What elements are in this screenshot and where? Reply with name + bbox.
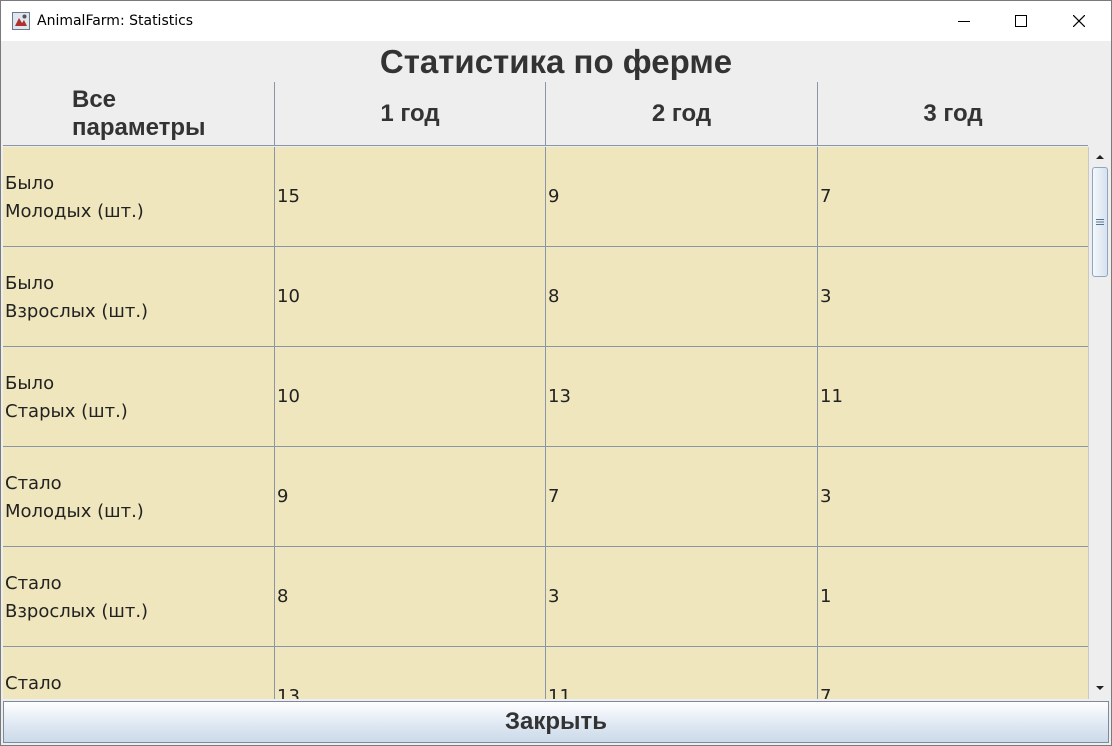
cell-value: 13 bbox=[277, 686, 300, 699]
scrollbar-thumb[interactable] bbox=[1092, 167, 1108, 277]
close-button[interactable]: Закрыть bbox=[3, 701, 1109, 743]
table-body: Было Молодых (шт.) 15 9 7 Было Взрослых (ш… bbox=[3, 147, 1088, 699]
row-label-line1: Стало bbox=[5, 673, 62, 694]
page-title: Статистика по ферме bbox=[379, 43, 733, 80]
value-cell-year-2[interactable]: 3 bbox=[546, 547, 818, 647]
close-window-button[interactable] bbox=[1056, 1, 1102, 41]
value-cell-year-1[interactable]: 8 bbox=[275, 547, 546, 647]
row-label-line1: Было bbox=[5, 373, 55, 394]
cell-value: 10 bbox=[277, 386, 300, 407]
header-year-2[interactable]: 2 год bbox=[546, 82, 818, 146]
value-cell-year-1[interactable]: 10 bbox=[275, 247, 546, 347]
header-all-params-text: Все параметры bbox=[72, 86, 206, 142]
cell-value: 9 bbox=[548, 186, 560, 207]
grip-icon bbox=[1096, 219, 1104, 225]
value-cell-year-1[interactable]: 9 bbox=[275, 447, 546, 547]
value-cell-year-1[interactable]: 15 bbox=[275, 147, 546, 247]
table-row[interactable]: Стало Молодых (шт.) 9 7 3 bbox=[3, 447, 1088, 547]
statistics-table: Все параметры 1 год 2 год 3 год Было Молод… bbox=[3, 82, 1088, 699]
header-all-params-line1: Все bbox=[72, 85, 117, 113]
title-bar: AnimalFarm: Statistics bbox=[1, 1, 1111, 41]
minimize-icon bbox=[958, 21, 970, 22]
header-all-params[interactable]: Все параметры bbox=[3, 82, 275, 146]
value-cell-year-2[interactable]: 11 bbox=[546, 647, 818, 699]
header-all-params-line2: параметры bbox=[72, 113, 206, 141]
app-icon bbox=[12, 12, 30, 30]
cell-value: 7 bbox=[820, 686, 832, 699]
value-cell-year-3[interactable]: 3 bbox=[818, 247, 1088, 347]
row-label-line2: Взрослых (шт.) bbox=[5, 301, 149, 322]
window-title: AnimalFarm: Statistics bbox=[37, 13, 194, 29]
row-label-cell[interactable]: Было Старых (шт.) bbox=[3, 347, 275, 447]
value-cell-year-3[interactable]: 11 bbox=[818, 347, 1088, 447]
row-label-line2: Молодых (шт.) bbox=[5, 201, 144, 222]
cell-value: 3 bbox=[820, 286, 832, 307]
table-row[interactable]: Стало Взрослых (шт.) 8 3 1 bbox=[3, 547, 1088, 647]
cell-value: 15 bbox=[277, 186, 300, 207]
cell-value: 8 bbox=[277, 586, 289, 607]
table-header: Все параметры 1 год 2 год 3 год bbox=[3, 82, 1088, 147]
statistics-window: AnimalFarm: Statistics Статистика по фер… bbox=[0, 0, 1112, 746]
cell-value: 13 bbox=[548, 386, 571, 407]
cell-value: 7 bbox=[548, 486, 560, 507]
row-label-line1: Стало bbox=[5, 473, 62, 494]
cell-value: 3 bbox=[820, 486, 832, 507]
vertical-scrollbar[interactable] bbox=[1088, 147, 1111, 699]
value-cell-year-2[interactable]: 13 bbox=[546, 347, 818, 447]
table-row[interactable]: Стало 13 11 7 bbox=[3, 647, 1088, 699]
row-label-cell[interactable]: Стало Молодых (шт.) bbox=[3, 447, 275, 547]
row-label-line1: Было bbox=[5, 173, 55, 194]
row-label-line2: Молодых (шт.) bbox=[5, 501, 144, 522]
table-row[interactable]: Было Молодых (шт.) 15 9 7 bbox=[3, 147, 1088, 247]
maximize-button[interactable] bbox=[998, 1, 1044, 41]
value-cell-year-3[interactable]: 7 bbox=[818, 647, 1088, 699]
row-label-cell[interactable]: Было Молодых (шт.) bbox=[3, 147, 275, 247]
value-cell-year-1[interactable]: 13 bbox=[275, 647, 546, 699]
cell-value: 11 bbox=[548, 686, 571, 699]
cell-value: 10 bbox=[277, 286, 300, 307]
scroll-down-arrow-icon[interactable] bbox=[1093, 681, 1107, 695]
value-cell-year-3[interactable]: 3 bbox=[818, 447, 1088, 547]
row-label-cell[interactable]: Стало Взрослых (шт.) bbox=[3, 547, 275, 647]
value-cell-year-2[interactable]: 8 bbox=[546, 247, 818, 347]
row-label-line2: Взрослых (шт.) bbox=[5, 601, 149, 622]
close-icon bbox=[1073, 15, 1085, 27]
cell-value: 1 bbox=[820, 586, 832, 607]
cell-value: 8 bbox=[548, 286, 560, 307]
header-year-3[interactable]: 3 год bbox=[818, 82, 1088, 146]
value-cell-year-3[interactable]: 1 bbox=[818, 547, 1088, 647]
scroll-up-arrow-icon[interactable] bbox=[1093, 150, 1107, 164]
maximize-icon bbox=[1015, 15, 1027, 27]
row-label-cell[interactable]: Было Взрослых (шт.) bbox=[3, 247, 275, 347]
value-cell-year-2[interactable]: 7 bbox=[546, 447, 818, 547]
cell-value: 7 bbox=[820, 186, 832, 207]
table-row[interactable]: Было Старых (шт.) 10 13 11 bbox=[3, 347, 1088, 447]
row-label-line1: Было bbox=[5, 273, 55, 294]
value-cell-year-2[interactable]: 9 bbox=[546, 147, 818, 247]
cell-value: 9 bbox=[277, 486, 289, 507]
table-row[interactable]: Было Взрослых (шт.) 10 8 3 bbox=[3, 247, 1088, 347]
value-cell-year-1[interactable]: 10 bbox=[275, 347, 546, 447]
value-cell-year-3[interactable]: 7 bbox=[818, 147, 1088, 247]
minimize-button[interactable] bbox=[941, 1, 987, 41]
cell-value: 3 bbox=[548, 586, 560, 607]
cell-value: 11 bbox=[820, 386, 843, 407]
row-label-line1: Стало bbox=[5, 573, 62, 594]
header-year-1[interactable]: 1 год bbox=[275, 82, 546, 146]
row-label-line2: Старых (шт.) bbox=[5, 401, 128, 422]
row-label-cell[interactable]: Стало bbox=[3, 647, 275, 699]
